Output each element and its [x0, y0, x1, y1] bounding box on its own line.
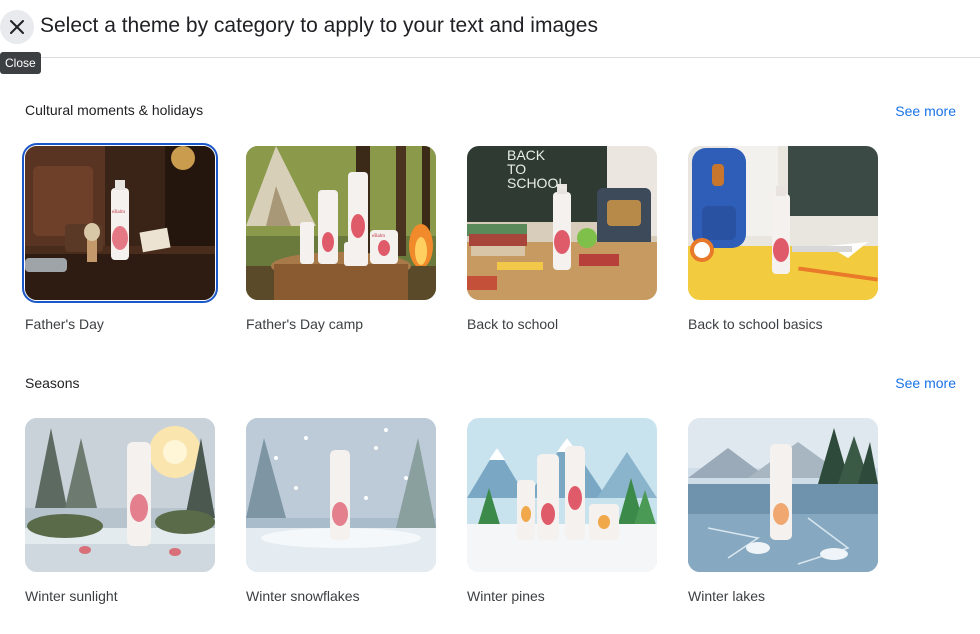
theme-thumbnail: [467, 418, 657, 572]
top-bar: Select a theme by category to apply to y…: [0, 0, 980, 58]
theme-thumbnail: [688, 146, 878, 300]
theme-card-fathers-day-camp[interactable]: eBalm Father's Day camp: [246, 146, 436, 332]
theme-label: Winter snowflakes: [246, 588, 360, 604]
theme-label: Father's Day camp: [246, 316, 364, 332]
chalkboard-text: BACK TO SCHOOL: [507, 147, 567, 191]
see-more-seasons-link[interactable]: See more: [895, 375, 956, 391]
close-tooltip: Close: [0, 52, 41, 74]
theme-label: Back to school basics: [688, 316, 823, 332]
theme-card-back-to-school-basics[interactable]: Back to school basics: [688, 146, 878, 332]
theme-card-winter-snowflakes[interactable]: Winter snowflakes: [246, 418, 436, 604]
see-more-cultural-link[interactable]: See more: [895, 103, 956, 119]
product-brand-text: eBalm: [112, 210, 126, 215]
page-title: Select a theme by category to apply to y…: [40, 14, 598, 37]
theme-card-winter-pines[interactable]: Winter pines: [467, 418, 657, 604]
theme-thumbnail: eBalm: [22, 143, 218, 303]
close-button[interactable]: [0, 10, 34, 44]
theme-thumbnail: eBalm: [246, 146, 436, 300]
product-brand-text: eBalm: [372, 234, 386, 239]
section-title-cultural: Cultural moments & holidays: [25, 102, 204, 118]
theme-thumbnail: [246, 418, 436, 572]
theme-thumbnail: [688, 418, 878, 572]
theme-thumbnail: [25, 418, 215, 572]
theme-label: Father's Day: [25, 316, 104, 332]
theme-card-winter-lakes[interactable]: Winter lakes: [688, 418, 878, 604]
theme-label: Winter sunlight: [25, 588, 118, 604]
theme-label: Winter lakes: [688, 588, 766, 604]
theme-card-fathers-day[interactable]: eBalm Father's Day: [22, 143, 218, 332]
theme-thumbnail: BACK TO SCHOOL: [467, 146, 657, 300]
theme-card-winter-sunlight[interactable]: Winter sunlight: [25, 418, 215, 604]
theme-label: Winter pines: [467, 588, 545, 604]
close-icon: [10, 20, 24, 34]
section-title-seasons: Seasons: [25, 375, 80, 391]
theme-label: Back to school: [467, 316, 559, 332]
theme-card-back-to-school[interactable]: BACK TO SCHOOL Back to school: [467, 146, 657, 332]
